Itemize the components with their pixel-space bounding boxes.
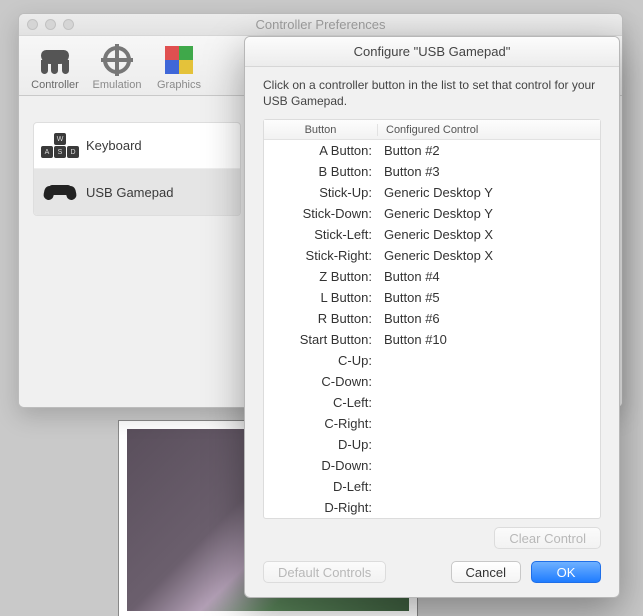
mapping-button-label: Start Button: (264, 332, 378, 347)
mapping-button-label: C-Down: (264, 374, 378, 389)
mapping-row[interactable]: C-Right: (264, 413, 600, 434)
tab-graphics[interactable]: Graphics (149, 37, 209, 93)
mapping-row[interactable]: C-Left: (264, 392, 600, 413)
mapping-button-label: Stick-Left: (264, 227, 378, 242)
source-keyboard[interactable]: W ASD Keyboard (34, 123, 240, 169)
dialog-title: Configure "USB Gamepad" (245, 37, 619, 67)
mapping-row[interactable]: Stick-Down:Generic Desktop Y (264, 203, 600, 224)
mapping-button-label: B Button: (264, 164, 378, 179)
default-controls-button[interactable]: Default Controls (263, 561, 386, 583)
keyboard-icon: W ASD (44, 134, 76, 158)
configure-dialog: Configure "USB Gamepad" Click on a contr… (244, 36, 620, 598)
tab-label: Emulation (93, 79, 142, 91)
dialog-hint: Click on a controller button in the list… (263, 77, 601, 109)
ok-button[interactable]: OK (531, 561, 601, 583)
source-label: Keyboard (86, 138, 142, 153)
mapping-button-label: R Button: (264, 311, 378, 326)
clear-control-button[interactable]: Clear Control (494, 527, 601, 549)
mapping-control-value: Button #4 (378, 269, 600, 284)
mapping-control-value: Button #3 (378, 164, 600, 179)
mapping-row[interactable]: C-Down: (264, 371, 600, 392)
mapping-row[interactable]: D-Down: (264, 455, 600, 476)
mapping-row[interactable]: Stick-Up:Generic Desktop Y (264, 182, 600, 203)
mapping-button-label: L Button: (264, 290, 378, 305)
mapping-button-label: A Button: (264, 143, 378, 158)
mapping-row[interactable]: Stick-Left:Generic Desktop X (264, 224, 600, 245)
mapping-control-value: Button #5 (378, 290, 600, 305)
mapping-row[interactable]: A Button:Button #2 (264, 140, 600, 161)
source-label: USB Gamepad (86, 185, 173, 200)
source-usb-gamepad[interactable]: USB Gamepad (34, 169, 240, 215)
mapping-control-value: Button #6 (378, 311, 600, 326)
dialog-footer: Default Controls Cancel OK (245, 551, 619, 597)
mapping-button-label: C-Up: (264, 353, 378, 368)
mapping-row[interactable]: L Button:Button #5 (264, 287, 600, 308)
mapping-row[interactable]: Start Button:Button #10 (264, 329, 600, 350)
mapping-control-value: Generic Desktop X (378, 227, 600, 242)
mapping-row[interactable]: Z Button:Button #4 (264, 266, 600, 287)
mapping-button-label: D-Right: (264, 500, 378, 515)
gear-icon (101, 44, 133, 76)
window-title: Controller Preferences (19, 17, 622, 32)
mapping-button-label: D-Down: (264, 458, 378, 473)
mapping-row[interactable]: Stick-Right:Generic Desktop X (264, 245, 600, 266)
col-control-header: Configured Control (378, 124, 600, 136)
cancel-button[interactable]: Cancel (451, 561, 521, 583)
mapping-control-value: Generic Desktop X (378, 248, 600, 263)
mapping-button-label: Stick-Right: (264, 248, 378, 263)
mapping-header: Button Configured Control (264, 120, 600, 140)
mapping-button-label: D-Up: (264, 437, 378, 452)
mapping-control-value: Generic Desktop Y (378, 185, 600, 200)
mapping-row[interactable]: D-Left: (264, 476, 600, 497)
controller-source-list: W ASD Keyboard USB Gamepad (33, 122, 241, 216)
controller-icon (39, 44, 71, 76)
tab-emulation[interactable]: Emulation (87, 37, 147, 93)
mapping-control-value: Button #10 (378, 332, 600, 347)
tab-label: Controller (31, 79, 79, 91)
mapping-row[interactable]: C-Up: (264, 350, 600, 371)
mapping-button-label: Z Button: (264, 269, 378, 284)
mapping-control-value: Generic Desktop Y (378, 206, 600, 221)
mapping-button-label: Stick-Down: (264, 206, 378, 221)
mapping-button-label: C-Left: (264, 395, 378, 410)
mapping-row[interactable]: B Button:Button #3 (264, 161, 600, 182)
mapping-row[interactable]: D-Up: (264, 434, 600, 455)
gamepad-icon (44, 180, 76, 204)
mapping-row[interactable]: D-Right: (264, 497, 600, 518)
tab-controller[interactable]: Controller (25, 37, 85, 93)
mapping-button-label: C-Right: (264, 416, 378, 431)
mapping-row[interactable]: R Button:Button #6 (264, 308, 600, 329)
mapping-table: Button Configured Control A Button:Butto… (263, 119, 601, 519)
mapping-button-label: D-Left: (264, 479, 378, 494)
titlebar: Controller Preferences (19, 14, 622, 36)
color-grid-icon (163, 44, 195, 76)
tab-label: Graphics (157, 79, 201, 91)
col-button-header: Button (264, 124, 378, 136)
mapping-control-value: Button #2 (378, 143, 600, 158)
mapping-button-label: Stick-Up: (264, 185, 378, 200)
